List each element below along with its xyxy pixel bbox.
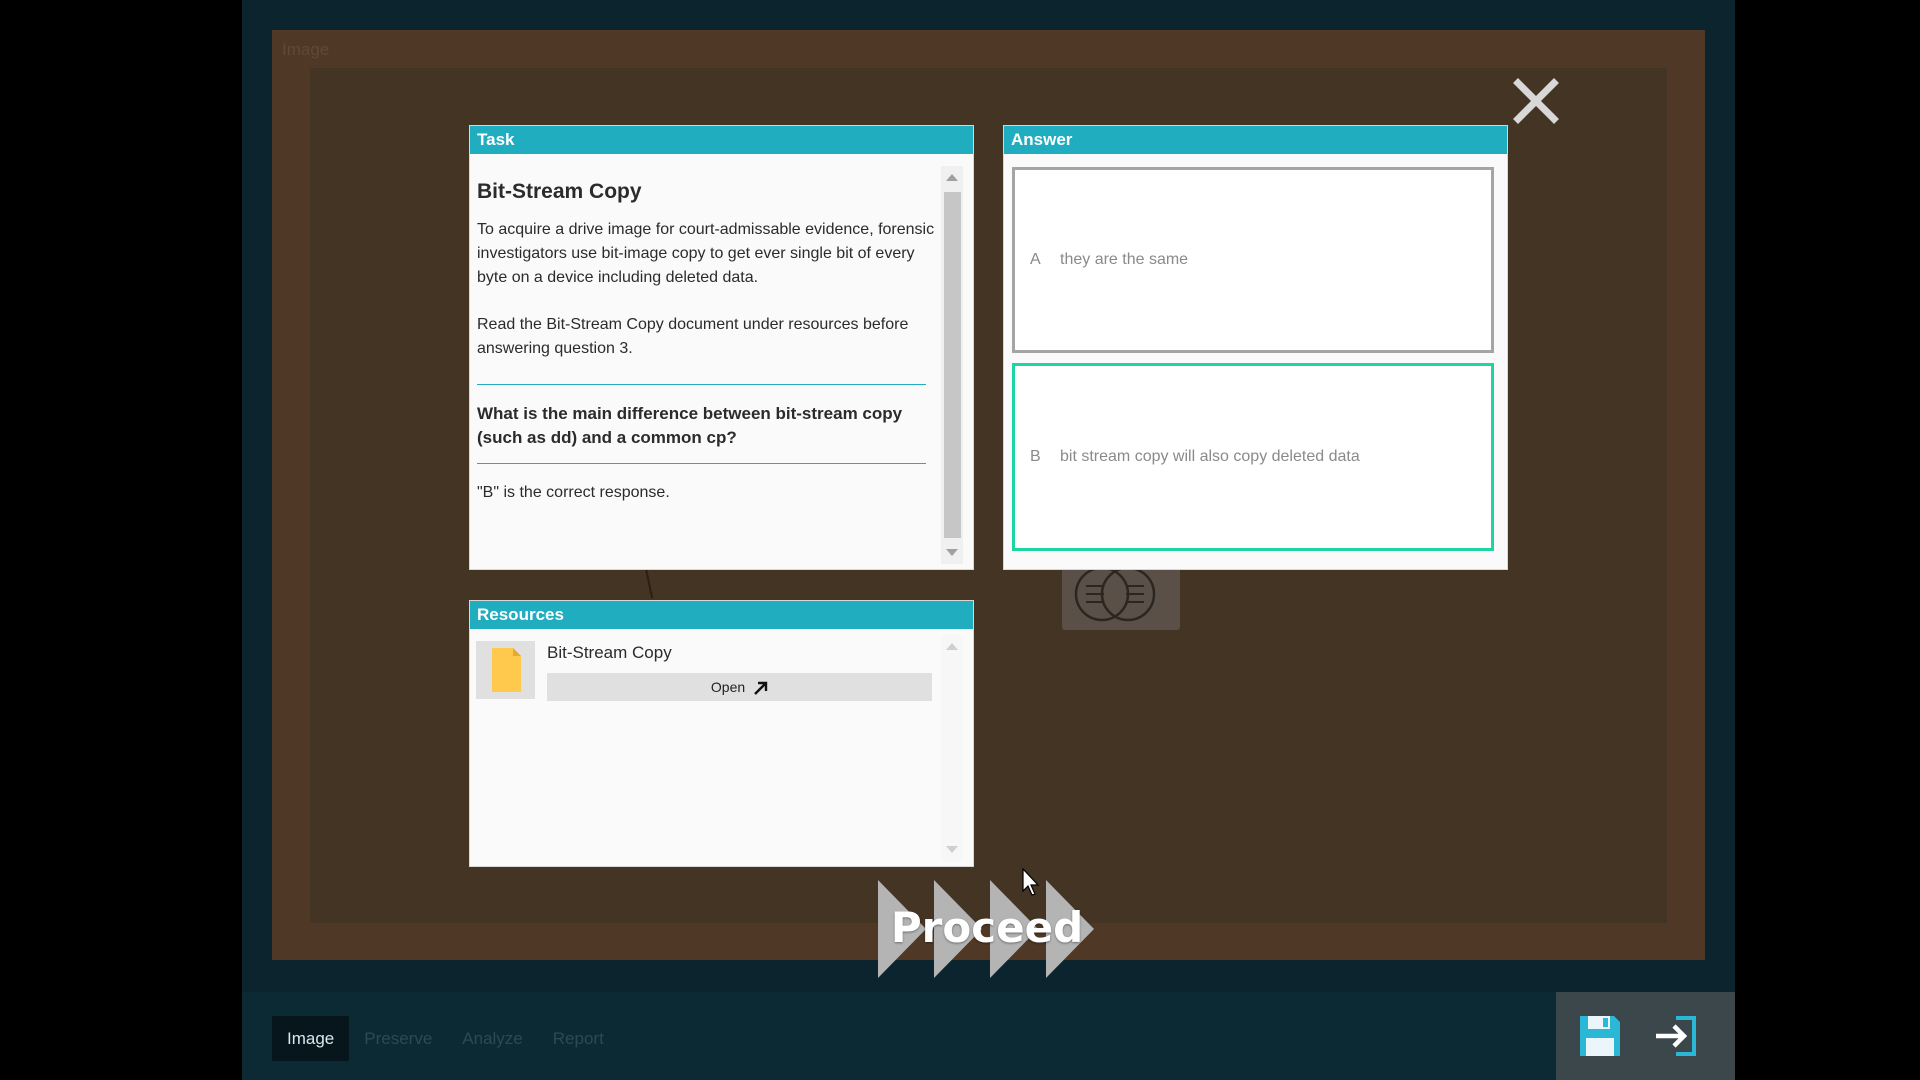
scroll-up-icon[interactable] [946,174,958,181]
stage-label: Image [282,40,330,59]
exit-icon [1656,1016,1696,1056]
save-button[interactable] [1578,1014,1622,1058]
proceed-button[interactable]: Proceed [876,878,1098,980]
close-button[interactable] [1510,75,1562,127]
task-divider-bottom [477,463,926,464]
exit-button[interactable] [1652,1014,1700,1058]
tab-image[interactable]: Image [272,1016,350,1061]
mouse-cursor [1022,867,1042,898]
scroll-down-icon[interactable] [946,846,958,853]
open-resource-button[interactable]: Open [547,673,932,701]
open-button-label: Open [710,679,746,695]
answer-panel: Answer A they are the same B bit stream … [1004,126,1507,569]
task-paragraph-1: To acquire a drive image for court-admis… [477,221,935,286]
file-icon [492,648,521,692]
scroll-down-icon[interactable] [946,549,958,556]
choice-text: bit stream copy will also copy deleted d… [1060,448,1360,465]
task-content: Bit-Stream Copy To acquire a drive image… [477,154,947,564]
task-panel: Task Bit-Stream Copy To acquire a drive … [470,126,973,569]
choice-text: they are the same [1060,251,1189,268]
answer-panel-header: Answer [1004,126,1507,154]
answer-choice-b[interactable]: B bit stream copy will also copy deleted… [1012,363,1494,551]
workflow-tabs: Image Preserve Analyze Report [272,1016,619,1061]
task-response: "B" is the correct response. [477,484,670,501]
tab-report[interactable]: Report [538,1016,619,1061]
bottom-bar: Image Preserve Analyze Report [242,992,1735,1080]
answer-choice-a[interactable]: A they are the same [1012,167,1494,353]
choice-letter: B [1030,448,1041,465]
tab-analyze[interactable]: Analyze [447,1016,537,1061]
save-icon [1580,1016,1620,1056]
venn-diagram-tile[interactable] [1062,566,1180,630]
task-title: Bit-Stream Copy [477,180,642,203]
resource-name: Bit-Stream Copy [547,643,672,662]
tab-preserve[interactable]: Preserve [349,1016,447,1061]
task-paragraph-2: Read the Bit-Stream Copy document under … [477,316,909,357]
proceed-label: Proceed [890,903,1084,952]
close-icon [1513,78,1559,124]
resources-scrollbar[interactable] [941,635,963,861]
resource-thumbnail [476,641,535,699]
task-scrollbar[interactable] [941,166,963,564]
choice-letter: A [1030,251,1041,268]
task-panel-header: Task [470,126,973,154]
action-area [1556,992,1735,1080]
cursor-arrow-icon [1022,867,1040,896]
external-link-icon [754,681,768,695]
venn-diagram-icon [1074,566,1156,622]
task-divider-top [477,384,926,385]
task-scrollbar-thumb[interactable] [944,192,961,538]
resource-item: Bit-Stream Copy Open [476,635,941,701]
task-question: What is the main difference between bit-… [477,404,903,447]
resources-panel-header: Resources [470,601,973,629]
resources-panel: Resources Bit-Stream Copy Open [470,601,973,866]
scroll-up-icon[interactable] [946,643,958,650]
